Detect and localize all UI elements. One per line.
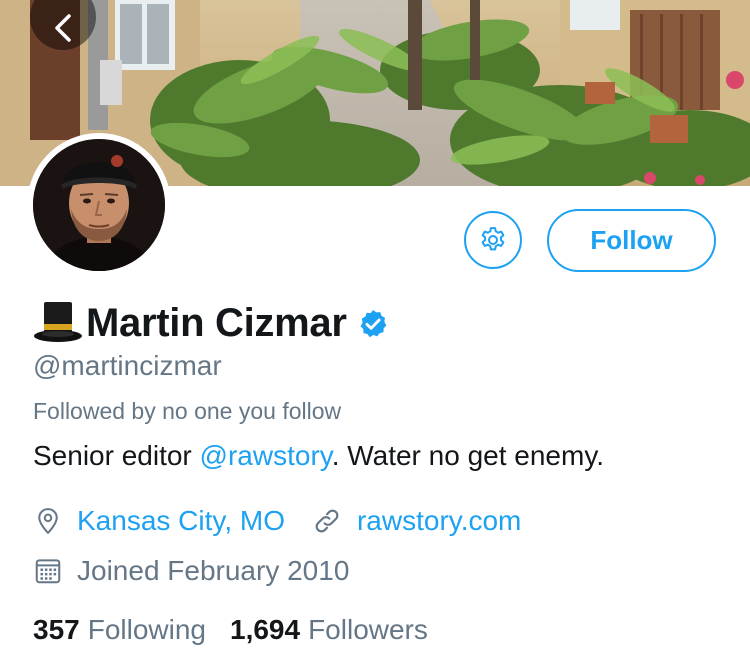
location: Kansas City, MO: [33, 505, 285, 537]
calendar-icon: [35, 559, 61, 584]
following-label: Following: [87, 614, 206, 645]
joined-row: Joined February 2010: [33, 555, 349, 587]
follow-button[interactable]: Follow: [547, 209, 716, 272]
profile-bio: Senior editor @rawstory. Water no get en…: [33, 440, 604, 472]
profile-handle: @martincizmar: [33, 350, 222, 381]
avatar-photo: [33, 139, 165, 271]
bio-text-prefix: Senior editor: [33, 440, 200, 471]
location-pin-icon: [38, 508, 58, 534]
verified-badge-icon: [360, 310, 386, 338]
display-name: Martin Cizmar: [86, 300, 347, 345]
joined-text: Joined February 2010: [77, 555, 350, 586]
location-website-row: Kansas City, MO rawstory.com: [33, 505, 521, 537]
website: rawstory.com: [311, 505, 521, 537]
bio-text-suffix: . Water no get enemy.: [331, 440, 605, 471]
chevron-left-icon: [55, 14, 71, 42]
followers-stat[interactable]: 1,694 Followers: [230, 614, 428, 646]
followed-by-text: Followed by no one you follow: [33, 398, 342, 424]
joined-date: Joined February 2010: [33, 555, 349, 587]
gear-icon: [481, 227, 505, 251]
link-icon: [315, 509, 339, 533]
follow-stats: 357 Following 1,694 Followers: [33, 614, 452, 646]
website-link[interactable]: rawstory.com: [357, 505, 521, 537]
following-stat[interactable]: 357 Following: [33, 614, 206, 646]
bio-mention-link[interactable]: @rawstory: [200, 440, 332, 471]
profile-page: Follow Martin Cizmar @martincizmar Follo…: [0, 0, 750, 668]
followers-label: Followers: [308, 614, 428, 645]
avatar[interactable]: [27, 133, 171, 277]
location-link[interactable]: Kansas City, MO: [77, 505, 285, 537]
followers-count: 1,694: [230, 614, 301, 645]
name-row: Martin Cizmar: [33, 298, 389, 348]
following-count: 357: [33, 614, 80, 645]
settings-button[interactable]: [464, 211, 522, 269]
top-hat-icon: [34, 302, 82, 342]
